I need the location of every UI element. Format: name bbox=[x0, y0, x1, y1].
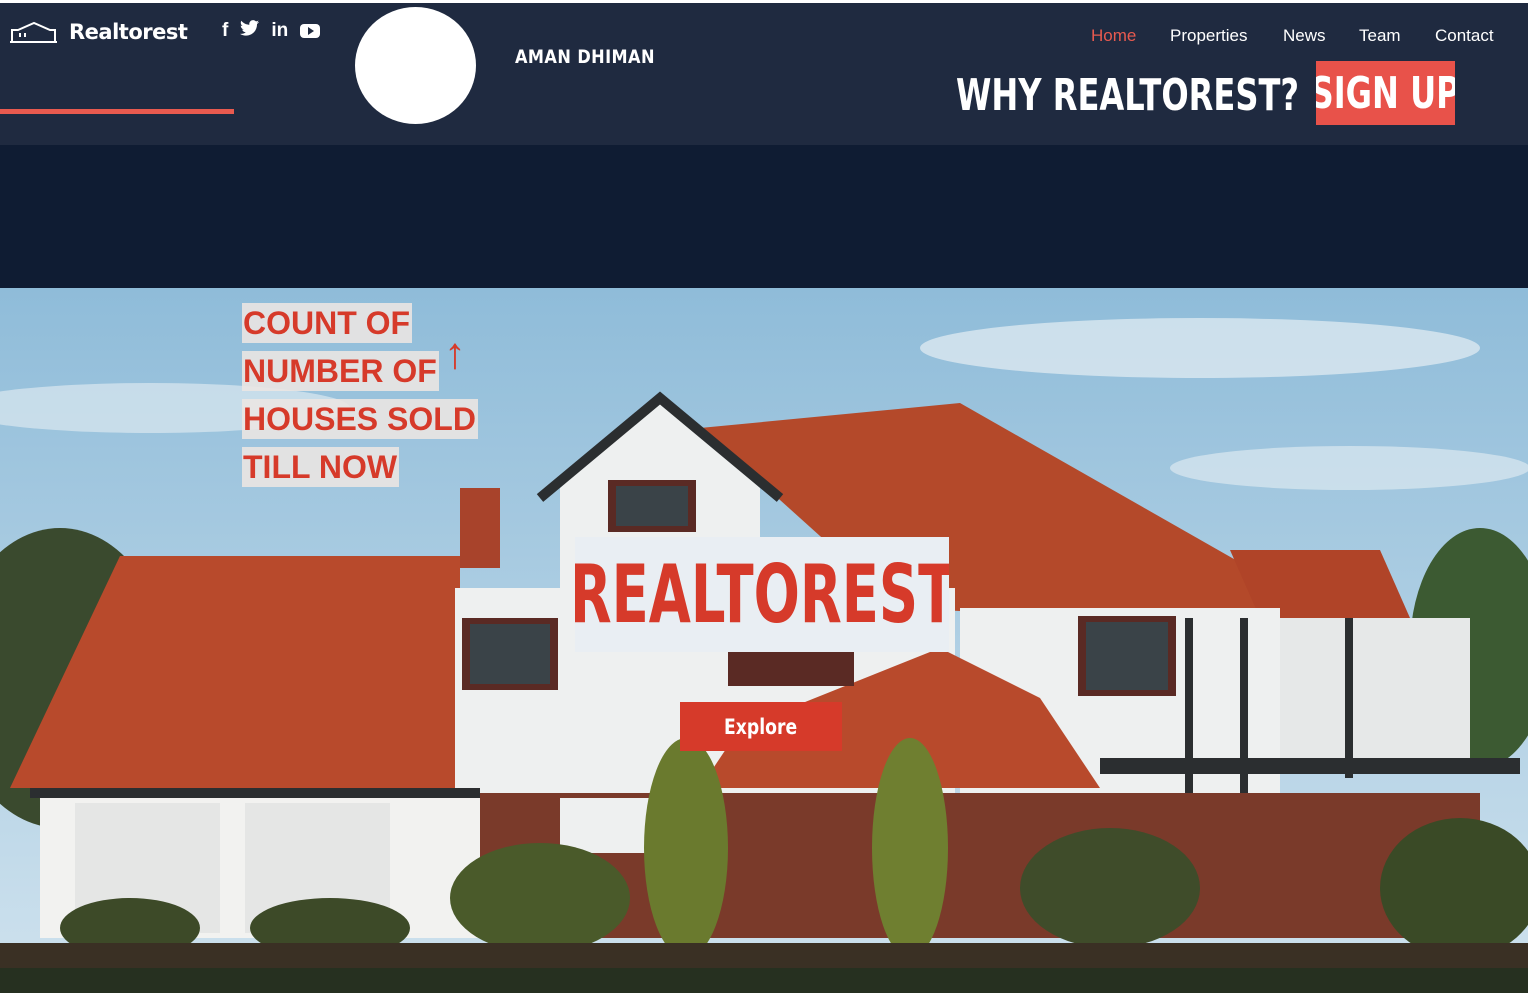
hero-title-text: REALTOREST bbox=[575, 548, 949, 641]
nav-properties[interactable]: Properties bbox=[1170, 26, 1247, 46]
sign-up-button[interactable]: SIGN UP bbox=[1316, 61, 1455, 125]
youtube-icon[interactable] bbox=[300, 24, 321, 38]
accent-underline bbox=[0, 109, 234, 114]
why-realtorest-link[interactable]: WHY REALTOREST? bbox=[956, 70, 1299, 122]
explore-button[interactable]: Explore bbox=[680, 702, 842, 751]
sign-up-label: SIGN UP bbox=[1316, 67, 1455, 119]
logo-text: Realtorest bbox=[69, 20, 188, 44]
nav-team[interactable]: Team bbox=[1359, 26, 1401, 46]
social-links: f in bbox=[222, 20, 321, 42]
counter-line-3: HOUSES SOLD bbox=[242, 399, 478, 439]
linkedin-icon[interactable]: in bbox=[271, 20, 288, 42]
hero-title: REALTOREST bbox=[575, 537, 949, 652]
nav-news[interactable]: News bbox=[1283, 26, 1326, 46]
user-name: AMAN DHIMAN bbox=[515, 46, 655, 68]
arrow-up-icon: ↑ bbox=[444, 329, 466, 378]
counter-line-1: COUNT OF bbox=[242, 303, 413, 343]
nav-contact[interactable]: Contact bbox=[1435, 26, 1494, 46]
counter-line-2: NUMBER OF bbox=[242, 351, 439, 391]
house-outline-icon bbox=[10, 20, 57, 44]
houses-sold-counter: COUNT OF NUMBER OF HOUSES SOLD TILL NOW bbox=[242, 303, 478, 495]
facebook-icon[interactable]: f bbox=[222, 20, 228, 42]
counter-line-4: TILL NOW bbox=[242, 447, 400, 487]
header-band bbox=[0, 145, 1528, 288]
explore-label: Explore bbox=[724, 714, 798, 739]
site-logo[interactable]: Realtorest bbox=[10, 20, 188, 44]
twitter-icon[interactable] bbox=[240, 20, 260, 42]
nav-home[interactable]: Home bbox=[1091, 26, 1136, 46]
avatar[interactable] bbox=[355, 7, 476, 124]
